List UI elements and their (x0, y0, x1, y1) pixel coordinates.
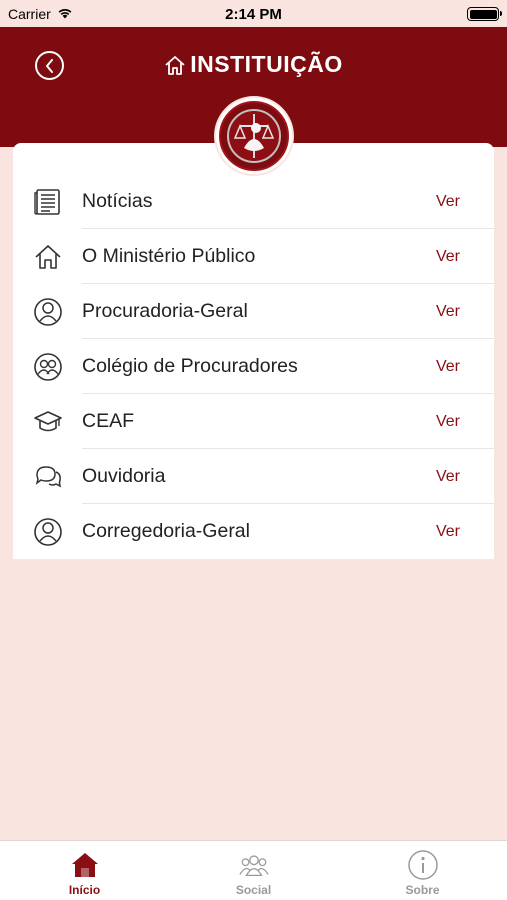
page-title-text: INSTITUIÇÃO (190, 51, 343, 77)
tab-label: Sobre (405, 883, 440, 897)
list-item-ouvidoria[interactable]: Ouvidoria Ver (13, 449, 494, 504)
list-item-corregedoria-geral[interactable]: Corregedoria-Geral Ver (13, 504, 494, 559)
person-icon (33, 297, 63, 327)
status-bar: Carrier 2:14 PM (0, 0, 507, 27)
ver-link[interactable]: Ver (436, 303, 460, 321)
list-item-label: Colégio de Procuradores (82, 355, 298, 377)
newspaper-icon (33, 187, 63, 217)
list-item-label: O Ministério Público (82, 245, 256, 267)
tab-inicio[interactable]: Início (0, 841, 169, 900)
list-item-noticias[interactable]: Notícias Ver (13, 174, 494, 229)
battery-icon (467, 7, 502, 21)
chat-bubbles-icon (33, 462, 63, 492)
home-icon (69, 849, 101, 881)
list-item-label: CEAF (82, 410, 135, 432)
tab-label: Social (235, 883, 272, 897)
menu-list: Notícias Ver O Ministério Público Ver Pr… (13, 174, 494, 559)
list-item-label: Notícias (82, 190, 153, 212)
tab-sobre[interactable]: Sobre (338, 841, 507, 900)
house-icon (33, 242, 63, 272)
people-icon (238, 849, 270, 881)
list-item-label: Corregedoria-Geral (82, 520, 250, 542)
scales-of-justice-icon (227, 109, 281, 163)
list-item-ministerio-publico[interactable]: O Ministério Público Ver (13, 229, 494, 284)
graduation-cap-icon (33, 407, 63, 437)
list-item-label: Ouvidoria (82, 465, 166, 487)
group-icon (33, 352, 63, 382)
ver-link[interactable]: Ver (436, 413, 460, 431)
list-item-procuradoria-geral[interactable]: Procuradoria-Geral Ver (13, 284, 494, 339)
house-icon (165, 55, 185, 75)
ver-link[interactable]: Ver (436, 523, 460, 541)
info-icon (407, 849, 439, 881)
ver-link[interactable]: Ver (436, 248, 460, 266)
menu-card: Notícias Ver O Ministério Público Ver Pr… (13, 143, 494, 559)
list-item-label: Procuradoria-Geral (82, 300, 248, 322)
ver-link[interactable]: Ver (436, 193, 460, 211)
tab-bar: Início Social Sobre (0, 840, 507, 900)
ver-link[interactable]: Ver (436, 358, 460, 376)
person-icon (33, 517, 63, 547)
list-item-colegio-procuradores[interactable]: Colégio de Procuradores Ver (13, 339, 494, 394)
institution-logo (214, 96, 294, 176)
tab-label: Início (68, 883, 101, 897)
ver-link[interactable]: Ver (436, 468, 460, 486)
status-time: 2:14 PM (225, 6, 282, 23)
page-title: INSTITUIÇÃO (0, 51, 507, 78)
list-item-ceaf[interactable]: CEAF Ver (13, 394, 494, 449)
tab-social[interactable]: Social (169, 841, 338, 900)
